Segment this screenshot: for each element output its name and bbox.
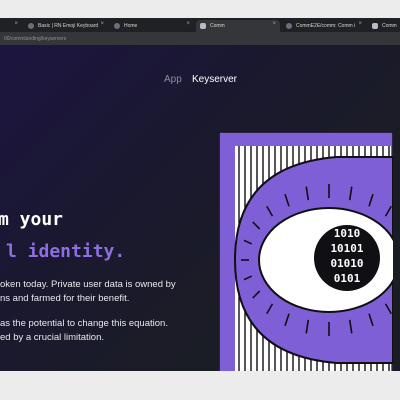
tab-blank[interactable]: × xyxy=(0,20,22,32)
tab-label: Basic | RN Emoji Keyboard xyxy=(38,23,99,29)
tab-comm-active[interactable]: Comm × xyxy=(196,20,280,32)
tab-label: Comm xyxy=(210,23,225,29)
top-nav: App Keyserver xyxy=(0,74,400,86)
binary-row: 1010 xyxy=(334,227,361,240)
binary-row: 0101 xyxy=(334,272,361,285)
hero-paragraph-2: as the potential to change this equation… xyxy=(0,317,168,345)
close-tab-icon[interactable]: × xyxy=(14,21,18,27)
nav-keyserver-link[interactable]: Keyserver xyxy=(192,74,237,85)
github-favicon-icon xyxy=(286,23,292,29)
close-tab-icon[interactable]: × xyxy=(186,21,190,27)
tab-label: Comm xyxy=(382,23,397,29)
tab-bar: × Basic | RN Emoji Keyboard × Home × Com… xyxy=(0,18,400,32)
tab-comm[interactable]: Comm xyxy=(368,20,400,32)
comm-favicon-icon xyxy=(200,23,206,29)
tab-github-comm[interactable]: CommE2E/comm: Comm i × xyxy=(282,20,366,32)
nav-app-link[interactable]: App xyxy=(164,74,182,85)
tab-home[interactable]: Home × xyxy=(110,20,194,32)
hero-paragraph-1: oken today. Private user data is owned b… xyxy=(0,278,176,306)
close-tab-icon[interactable]: × xyxy=(358,21,362,27)
tab-label: CommE2E/comm: Comm i xyxy=(296,23,356,29)
close-tab-icon[interactable]: × xyxy=(272,21,276,27)
page-content: App Keyserver m your l identity. oken to… xyxy=(0,45,400,371)
tab-rn-emoji-keyboard[interactable]: Basic | RN Emoji Keyboard × xyxy=(24,20,108,32)
hero-headline-line1: m your xyxy=(0,209,64,230)
address-bar[interactable]: 00/commlanding/keyservers xyxy=(0,32,400,45)
browser-window: × Basic | RN Emoji Keyboard × Home × Com… xyxy=(0,18,400,371)
binary-row: 10101 xyxy=(330,242,363,255)
paragraph-line: ns and farmed for their benefit. xyxy=(0,293,130,304)
hero-headline-line2: l identity. xyxy=(6,241,126,262)
favicon-icon xyxy=(114,23,120,29)
tab-label: Home xyxy=(124,23,138,29)
favicon-icon xyxy=(28,23,34,29)
binary-row: 01010 xyxy=(330,257,363,270)
paragraph-line: ed by a crucial limitation. xyxy=(0,332,105,343)
paragraph-line: as the potential to change this equation… xyxy=(0,318,168,329)
close-tab-icon[interactable]: × xyxy=(100,21,104,27)
eye-illustration: 1010 10101 01010 0101 xyxy=(219,132,393,371)
comm-favicon-icon xyxy=(372,23,378,29)
paragraph-line: oken today. Private user data is owned b… xyxy=(0,279,176,290)
url-text[interactable]: 00/commlanding/keyservers xyxy=(4,36,66,42)
